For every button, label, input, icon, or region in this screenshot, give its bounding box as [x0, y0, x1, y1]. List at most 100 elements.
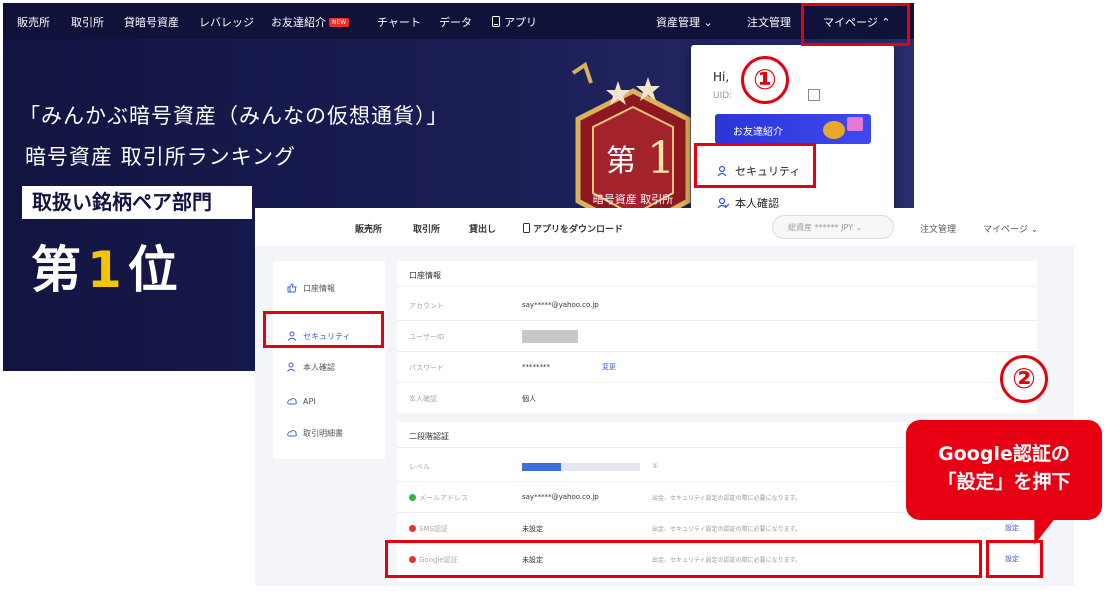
check-circle-icon — [409, 494, 416, 501]
nav2-mypage[interactable]: マイページ ⌄ — [983, 222, 1038, 235]
security-level-value: ① — [652, 462, 659, 470]
email-auth-note: 出金、セキュリティ設定の認証の際に必要になります。 — [652, 495, 802, 502]
user-id-label: ユーザーID — [409, 333, 445, 341]
new-badge: NEW — [329, 18, 350, 27]
identity-value: 個人 — [522, 395, 536, 403]
email-auth-value: say*****@yahoo.co.jp — [522, 493, 599, 501]
top-navbar: 販売所 取引所 貸暗号資産 レバレッジ お友達紹介 NEW チャート データ アプ… — [3, 3, 914, 39]
nav-asset-management[interactable]: 資産管理 ⌄ — [656, 14, 713, 30]
nav-leverage[interactable]: レバレッジ — [199, 14, 254, 30]
sms-auth-note: 出金、セキュリティ設定の認証の際に必要になります。 — [652, 526, 802, 533]
warning-circle-icon — [409, 525, 416, 532]
trophy-caption: 暗号資産 取引所 — [593, 192, 674, 206]
nav-lending[interactable]: 貸暗号資産 — [124, 14, 179, 30]
sidebar-item-identity[interactable]: 本人確認 — [287, 362, 335, 373]
sms-auth-label: SMS認証 — [419, 525, 448, 533]
nav-app[interactable]: アプリ — [492, 14, 537, 30]
nav2-order-management[interactable]: 注文管理 — [920, 222, 956, 235]
account-info-card: 口座情報 アカウント say*****@yahoo.co.jp ユーザーID パ… — [397, 261, 1037, 413]
password-value: ******** — [522, 363, 550, 371]
sms-auth-value: 未設定 — [522, 525, 543, 533]
settings-sidebar: 口座情報 セキュリティ 本人確認 API 取引明細書 — [273, 261, 385, 459]
total-assets-value: 総資産 ****** JPY — [788, 223, 853, 232]
account-label: アカウント — [409, 302, 444, 310]
uid-label: UID: — [713, 91, 733, 101]
identity-label: 本人確認 — [409, 395, 437, 403]
cloud-icon — [287, 397, 297, 405]
highlight-setup-button — [986, 540, 1043, 578]
rank-prefix: 第 — [31, 241, 87, 299]
tutorial-composite: 販売所 取引所 貸暗号資産 レバレッジ お友達紹介 NEW チャート データ アプ… — [0, 0, 1113, 591]
mypage-dropdown: Hi, UID: お友達紹介 セキュリティ 本人確認 — [691, 45, 894, 215]
sidebar-item-statements-label: 取引明細書 — [303, 429, 343, 438]
highlight-security-menu — [694, 143, 816, 188]
instruction-callout: Google認証の 「設定」を押下 — [906, 420, 1102, 520]
banner-subtitle: 暗号資産 取引所ランキング — [25, 145, 297, 169]
sidebar-item-account-label: 口座情報 — [303, 284, 335, 293]
banner-title: 「みんかぶ暗号資産（みんなの仮想通貨）」 — [19, 104, 449, 128]
nav2-torihikijo[interactable]: 取引所 — [413, 222, 440, 235]
nav-referral[interactable]: お友達紹介 NEW — [271, 14, 350, 30]
sidebar-item-api[interactable]: API — [287, 396, 316, 406]
nav-referral-label: お友達紹介 — [271, 16, 326, 29]
nav2-app-download-label: アプリをダウンロード — [533, 225, 624, 235]
gift-icon — [847, 117, 863, 131]
nav-data[interactable]: データ — [439, 14, 472, 30]
nav-asset-management-label: 資産管理 — [656, 16, 700, 29]
password-label: パスワード — [409, 364, 444, 372]
trophy-number: 1 — [647, 133, 675, 184]
phone-icon — [523, 223, 530, 233]
highlight-google-row — [385, 540, 982, 578]
rank-number: 1 — [87, 241, 128, 299]
step-1-marker: ① — [741, 56, 789, 104]
user-id-row: ユーザーID — [397, 321, 1037, 352]
nav-order-management[interactable]: 注文管理 — [747, 14, 791, 30]
nav-torihikijo[interactable]: 取引所 — [71, 14, 104, 30]
email-auth-label: メールアドレス — [419, 494, 468, 502]
nav2-lending[interactable]: 貸出し — [469, 222, 496, 235]
account-row: アカウント say*****@yahoo.co.jp — [397, 290, 1037, 321]
nav2-hanbaijo[interactable]: 販売所 — [355, 222, 382, 235]
security-level-fill — [522, 463, 561, 471]
email-auth-label-wrap: メールアドレス — [409, 493, 468, 503]
chevron-down-icon: ⌄ — [703, 16, 713, 29]
password-change-link[interactable]: 変更 — [602, 362, 616, 372]
sidebar-item-account[interactable]: 口座情報 — [287, 283, 335, 294]
nav-hanbaijo[interactable]: 販売所 — [17, 14, 50, 30]
account-value: say*****@yahoo.co.jp — [522, 301, 599, 309]
banner-rank: 第1位 — [31, 230, 184, 302]
nav2-app-download[interactable]: アプリをダウンロード — [523, 222, 623, 235]
identity-row: 本人確認 個人 — [397, 383, 1037, 414]
person-check-icon — [287, 362, 295, 372]
thumbs-up-icon — [287, 283, 297, 293]
sms-auth-label-wrap: SMS認証 — [409, 524, 448, 534]
callout-line-1: Google認証の — [938, 443, 1070, 465]
rank-suffix: 位 — [127, 241, 184, 299]
callout-line-2: 「設定」を押下 — [937, 471, 1071, 493]
security-level-bar — [522, 463, 640, 471]
sms-auth-setup-link[interactable]: 設定 — [1005, 523, 1019, 533]
highlight-mypage — [801, 3, 910, 46]
phone-icon — [492, 16, 500, 27]
security-level-label: レベル — [409, 463, 430, 471]
total-assets-pill[interactable]: 総資産 ****** JPY ⌄ — [772, 215, 894, 239]
account-info-heading: 口座情報 — [397, 261, 1037, 287]
cloud-icon — [287, 429, 297, 437]
user-id-redacted — [522, 330, 578, 343]
password-row: パスワード ******** 変更 — [397, 352, 1037, 383]
settings-navbar: 販売所 取引所 貸出し アプリをダウンロード 総資産 ****** JPY ⌄ … — [255, 208, 1074, 246]
bottom-screenshot: 販売所 取引所 貸出し アプリをダウンロード 総資産 ****** JPY ⌄ … — [255, 208, 1074, 586]
nav-app-label: アプリ — [504, 16, 537, 29]
invite-friend-button[interactable]: お友達紹介 — [715, 114, 871, 144]
trophy-char: 第 — [606, 144, 636, 179]
invite-friend-label: お友達紹介 — [733, 127, 783, 138]
nav-chart[interactable]: チャート — [377, 14, 421, 30]
coin-icon — [823, 121, 845, 139]
sidebar-item-api-label: API — [303, 397, 316, 406]
sidebar-item-statements[interactable]: 取引明細書 — [287, 428, 343, 439]
copy-icon[interactable] — [808, 89, 820, 101]
highlight-security-sidebar — [263, 311, 384, 348]
sidebar-item-identity-label: 本人確認 — [303, 363, 335, 372]
greeting-text: Hi, — [713, 70, 730, 84]
chevron-down-icon: ⌄ — [855, 223, 863, 232]
